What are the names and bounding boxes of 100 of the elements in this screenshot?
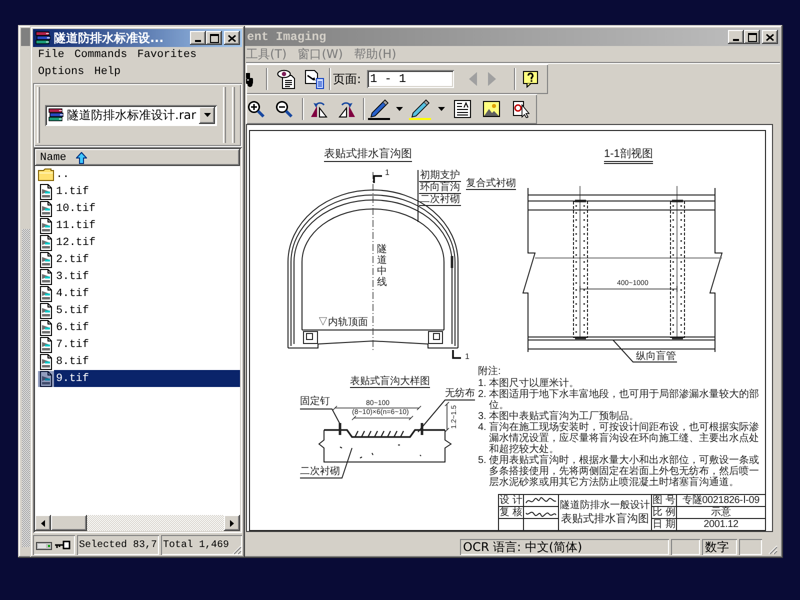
- scroll-right-button[interactable]: [224, 515, 240, 531]
- level-label: ▽内轨顶面: [318, 317, 368, 328]
- file-list-item[interactable]: 6.tif: [35, 319, 240, 336]
- minimize-button[interactable]: [190, 31, 206, 45]
- file-list-item[interactable]: 12.tif: [35, 234, 240, 251]
- dropdown-button[interactable]: [199, 106, 215, 124]
- nail-label: 固定钉: [300, 396, 330, 407]
- layer-label: 环向盲沟: [419, 182, 461, 194]
- eye-document-icon[interactable]: [277, 69, 297, 89]
- menu-item[interactable]: Commands: [69, 47, 132, 64]
- stacked-books-icon: [48, 108, 64, 122]
- file-list-item[interactable]: 5.tif: [35, 302, 240, 319]
- close-icon: [766, 34, 774, 40]
- image-file-icon: [38, 320, 54, 336]
- triangle-right-icon: [230, 520, 234, 526]
- table-cell: 2001.12: [677, 519, 765, 530]
- status-panel: [671, 539, 700, 555]
- fabric-label: 无纺布: [445, 388, 475, 399]
- page-field[interactable]: 1 - 1: [367, 70, 454, 88]
- leader-line: [418, 400, 476, 432]
- image-file-icon: [38, 336, 54, 352]
- file-list-item[interactable]: 4.tif: [35, 285, 240, 302]
- highlighter-icon[interactable]: [409, 98, 431, 120]
- document-arrow-icon[interactable]: [304, 69, 325, 89]
- table-cell: 专隧0021826-Ⅰ-09: [677, 495, 765, 506]
- layer-label: 初期支护: [419, 170, 461, 182]
- section-mark: [452, 350, 461, 359]
- menu-item[interactable]: Options: [33, 64, 90, 81]
- pipe-label: 纵向盲管: [636, 351, 676, 362]
- binoculars-icon[interactable]: [246, 71, 254, 87]
- pen-icon[interactable]: [368, 98, 390, 120]
- maximize-button[interactable]: [744, 30, 760, 44]
- file-list-item[interactable]: 10.tif: [35, 200, 240, 217]
- menu-item[interactable]: Help: [89, 64, 126, 81]
- dimension-line: [352, 416, 414, 420]
- file-list-item[interactable]: 7.tif: [35, 336, 240, 353]
- rotate-right-icon[interactable]: [338, 100, 356, 118]
- drawing-title: 1-1剖视图: [604, 148, 653, 164]
- file-list-item[interactable]: 11.tif: [35, 217, 240, 234]
- close-button[interactable]: [762, 30, 778, 44]
- image-file-icon: [38, 218, 54, 234]
- status-panel: Selected 83,7: [77, 535, 159, 555]
- scroll-left-button[interactable]: [35, 515, 51, 531]
- file-list-item[interactable]: ..: [35, 166, 240, 183]
- note-text: 2. 本图适用于地下水丰富地段，也可用于局部渗漏水量较大的部位。: [478, 389, 760, 411]
- triangle-left-icon: [41, 520, 45, 526]
- drawing-series: 隧道防排水一般设计: [560, 500, 650, 510]
- caret-down-icon: [204, 113, 210, 117]
- drawing-title: 表贴式排水盲沟图: [324, 148, 412, 162]
- section-label: 1: [385, 168, 390, 177]
- picture-icon[interactable]: [483, 101, 500, 117]
- close-button[interactable]: [224, 31, 240, 45]
- leader-line: [612, 340, 678, 362]
- rotate-left-icon[interactable]: [310, 100, 328, 118]
- minimize-button[interactable]: [728, 30, 744, 44]
- note-text: 3. 本图中表贴式盲沟为工厂预制品。: [478, 411, 640, 422]
- drawing-title: 表贴式盲沟大样图: [350, 376, 430, 388]
- page-label: 页面:: [333, 70, 362, 88]
- image-file-icon: [38, 234, 54, 250]
- file-list-item[interactable]: 9.tif: [35, 370, 240, 387]
- caret-down-icon[interactable]: [396, 107, 403, 111]
- menu-item[interactable]: File: [33, 47, 70, 64]
- file-list-item[interactable]: 2.tif: [35, 251, 240, 268]
- table-cell: 比 例: [652, 507, 676, 518]
- file-list-item[interactable]: 3.tif: [35, 268, 240, 285]
- window-title: 隧道防排水标准设...: [54, 30, 164, 46]
- resize-grip-icon[interactable]: [230, 543, 242, 555]
- caret-down-icon[interactable]: [438, 107, 445, 111]
- image-file-icon: [38, 286, 54, 302]
- help-icon[interactable]: [522, 70, 540, 88]
- maximize-icon: [748, 32, 756, 42]
- resize-grip-icon[interactable]: [766, 543, 778, 555]
- table-cell: 图 号: [652, 495, 676, 506]
- menu-item[interactable]: Favorites: [132, 47, 202, 64]
- text-box-icon[interactable]: [454, 100, 471, 118]
- status-panel: [739, 539, 762, 555]
- table-cell: 复 核: [499, 507, 523, 518]
- drawing-title: 复合式衬砌: [466, 178, 516, 190]
- image-file-icon: [38, 354, 54, 370]
- status-text: Total 1,469: [163, 540, 230, 550]
- file-list-item[interactable]: 1.tif: [35, 183, 240, 200]
- pointer-icon[interactable]: [512, 100, 530, 118]
- leader-line: [300, 408, 340, 424]
- maximize-button[interactable]: [206, 31, 222, 45]
- zoom-in-icon[interactable]: [247, 100, 265, 118]
- lining-label: 二次衬砌: [300, 466, 340, 477]
- table-cell: 设 计: [499, 495, 523, 506]
- notes-heading: 附注:: [478, 366, 502, 377]
- address-combo[interactable]: 隧道防排水标准设计.rar: [45, 104, 217, 126]
- image-file-icon: [38, 184, 54, 200]
- column-header[interactable]: Name: [35, 149, 240, 166]
- note-text: 5. 使用表贴式盲沟时，根据水量大小和出水部位，可敷设一条或多条搭接使用，先将两侧固定在岩面上外包无纺布，然后喷一层水泥砂浆或用其它方法防止喷混凝土时堵塞盲沟通道。: [478, 455, 760, 488]
- drawing-name: 表贴式排水盲沟图: [561, 512, 649, 526]
- table-cell: 示意: [677, 507, 765, 518]
- file-list-item[interactable]: 8.tif: [35, 353, 240, 370]
- folder-icon: [38, 166, 54, 182]
- zoom-out-icon[interactable]: [275, 100, 293, 118]
- key-icon: [54, 540, 71, 550]
- image-file-icon: [38, 252, 54, 268]
- scrollbar-thumb[interactable]: [51, 515, 87, 531]
